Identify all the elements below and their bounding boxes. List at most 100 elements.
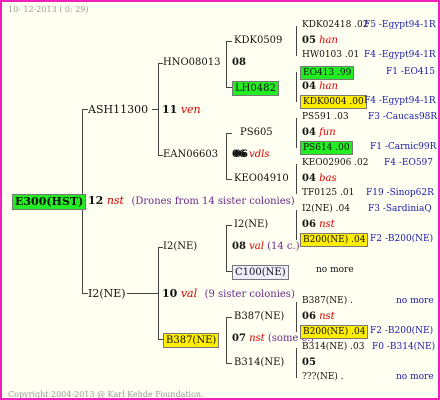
gen3-b387[interactable]: B387(NE) (163, 333, 220, 348)
g5-line-06b: 06 nst (302, 311, 335, 322)
connector (226, 363, 232, 364)
connector (296, 348, 297, 378)
connector (226, 317, 232, 318)
gen3-i2ne-note: (14 c.) (267, 241, 300, 252)
dam-race: val (180, 287, 198, 300)
g5-b314[interactable]: B314(NE) .03 (302, 342, 364, 352)
gen3-b387-num: 07 (232, 333, 246, 344)
dam-note: (9 sister colonies) (204, 289, 295, 300)
g5-ps614-origin: F1 -Carnic99R (370, 142, 437, 152)
root-num: 12 (88, 194, 104, 207)
g5-num: 06 (302, 219, 316, 230)
sire-queen[interactable]: ASH11300 (88, 103, 148, 116)
g5-keo02906-origin: F4 -EO597 (384, 158, 433, 168)
gen4-i2[interactable]: I2(NE) (234, 219, 268, 230)
dam-num: 10 (162, 287, 178, 300)
connector (226, 179, 232, 180)
gen4-ps[interactable]: PS605 (240, 127, 273, 138)
g5-num: 05 (302, 35, 316, 46)
gen4-b387[interactable]: B387(NE) (234, 311, 284, 322)
gen4-num06: 06 (234, 149, 248, 160)
g5-line-06: 06 nst (302, 219, 335, 230)
g5-unknown[interactable]: ???(NE) . (302, 372, 344, 382)
g5-b200-origin: F2 -B200(NE) (370, 234, 434, 244)
g5-i2ne[interactable]: I2(NE) .04 (302, 204, 350, 214)
gen3-hno-num: 08 (232, 57, 246, 68)
g5-hw0103[interactable]: HW0103 .01 (302, 50, 359, 60)
gen3-ean-race: vdls (249, 149, 270, 160)
connector (226, 317, 227, 364)
gen4-b314[interactable]: B314(NE) (234, 357, 284, 368)
gen3-i2ne-num: 08 (232, 241, 246, 252)
connector (296, 302, 297, 332)
gen3-i2ne-race: val (249, 241, 264, 252)
connector (296, 210, 297, 240)
connector (226, 41, 227, 88)
g5-race: fun (319, 127, 336, 138)
g5-kdk0004-origin: F4 -Egypt94-1R (364, 96, 436, 106)
connector (226, 225, 227, 272)
g5-kdk02418[interactable]: KDK02418 .02 (302, 20, 368, 30)
sire-num: 11 (162, 103, 178, 116)
connector (296, 118, 297, 148)
gen4-c100[interactable]: C100(NE) (232, 265, 289, 280)
connector (226, 225, 232, 226)
g5-b200[interactable]: B200(NE) .04 (300, 233, 369, 247)
g5-keo02906[interactable]: KEO02906 .02 (302, 158, 368, 168)
g5-b387ne[interactable]: B387(NE) . (302, 296, 353, 306)
g5-ps591[interactable]: PS591 .03 (302, 112, 349, 122)
connector (296, 164, 297, 194)
connector (158, 247, 159, 340)
g5-eo413[interactable]: EO413 .99 (300, 66, 355, 80)
g5-c100-nomore: no more (316, 265, 354, 275)
connector (226, 133, 232, 134)
g5-line-04: 04 han (302, 81, 338, 92)
gen3-i2ne-line: 08 val (14 c.) (232, 241, 300, 252)
root-race: nst (106, 194, 124, 207)
sire-race: ven (180, 103, 201, 116)
report-date: 10- 12-2013 ( 0: 29) (8, 5, 89, 14)
connector (226, 41, 232, 42)
g5-num05b: 05 (302, 357, 316, 368)
g5-b314-origin: F0 -B314(NE) (372, 342, 436, 352)
g5-line-05: 05 han (302, 35, 338, 46)
g5-num: 04 (302, 173, 316, 184)
g5-tf0125-origin: F19 -Sinop62R (366, 188, 434, 198)
g5-b200b[interactable]: B200(NE) .04 (300, 325, 369, 339)
g5-race: han (319, 35, 338, 46)
g5-tf0125[interactable]: TF0125 .01 (302, 188, 354, 198)
gen3-b387-race: nst (249, 333, 265, 344)
g5-line-04b: 04 fun (302, 127, 336, 138)
root-generation-line: 12 nst (Drones from 14 sister colonies) (88, 194, 295, 207)
gen3-i2ne[interactable]: I2(NE) (163, 241, 197, 252)
root-note: (Drones from 14 sister colonies) (131, 196, 295, 207)
gen3-hno[interactable]: HNO08013 (163, 57, 220, 68)
dam-generation-line: 10 val (9 sister colonies) (162, 287, 295, 300)
connector (296, 26, 297, 56)
g5-b200b-origin: F2 -B200(NE) (370, 326, 434, 336)
g5-i2ne-origin: F3 -SardiniaQ (368, 204, 432, 214)
root-queen[interactable]: E300(HST) (12, 194, 87, 210)
g5-unknown-origin: no more (396, 372, 434, 382)
g5-kdk0004[interactable]: KDK0004 .00 (300, 95, 367, 109)
gen4-keo[interactable]: KEO04910 (234, 173, 289, 184)
gen4-kdk[interactable]: KDK0509 (234, 35, 282, 46)
g5-num: 04 (302, 127, 316, 138)
g5-race: nst (319, 219, 335, 230)
gen4-lh[interactable]: LH0482 (232, 81, 279, 96)
dam-queen[interactable]: I2(NE) (88, 287, 126, 300)
g5-b387ne-origin: no more (396, 296, 434, 306)
g5-ps591-origin: F3 -Caucas98R (368, 112, 438, 122)
g5-race: bas (319, 173, 337, 184)
g5-line-04c: 04 bas (302, 173, 337, 184)
gen3-ean[interactable]: EAN06603 (163, 149, 218, 160)
copyright: Copyright 2004-2013 @ Karl Kehde Foundat… (8, 390, 204, 399)
sire-generation-line: 11 ven (162, 103, 201, 116)
g5-race: han (319, 81, 338, 92)
pedigree-page: 10- 12-2013 ( 0: 29) Copyright 2004-2013… (0, 0, 440, 400)
g5-eo413-origin: F1 -EO415 (386, 67, 435, 77)
g5-num: 06 (302, 311, 316, 322)
g5-ps614[interactable]: PS614 .00 (300, 141, 353, 155)
g5-kdk02418-origin: F5 -Egypt94-1R (364, 20, 436, 30)
connector (127, 293, 158, 294)
